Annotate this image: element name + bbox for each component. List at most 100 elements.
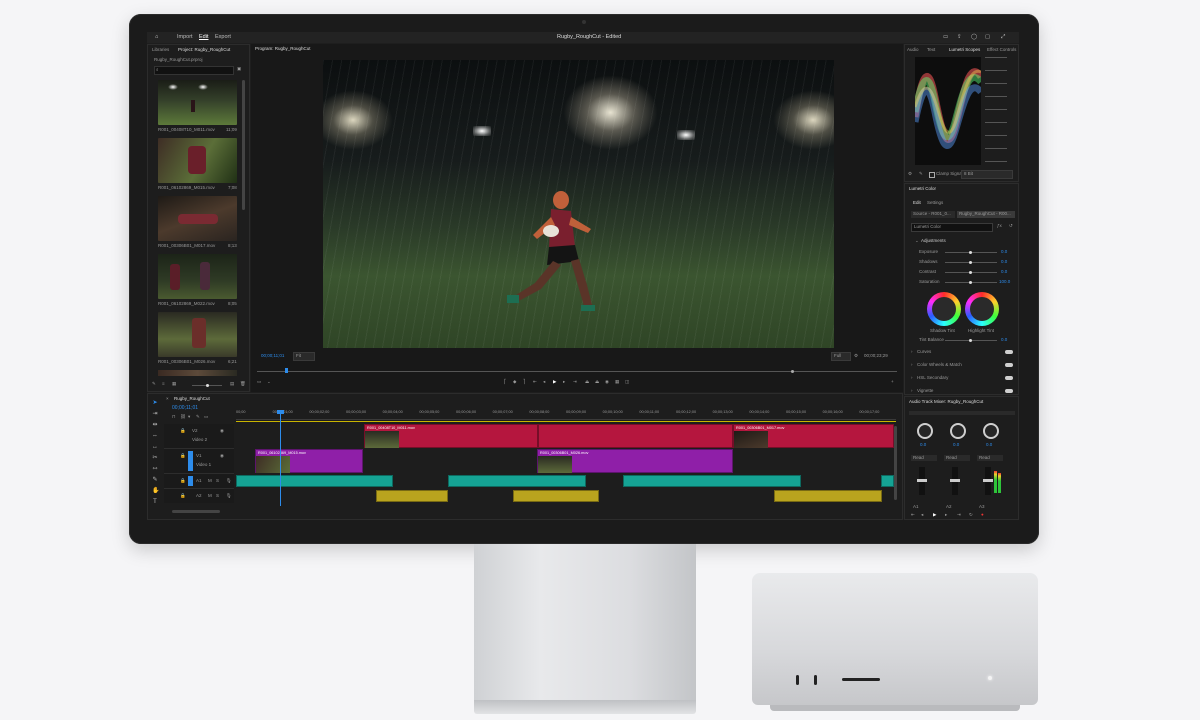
- captions-icon[interactable]: ▭: [204, 414, 208, 420]
- bit-depth-dropdown[interactable]: 8 Bit: [961, 170, 1013, 179]
- video-clip-v2[interactable]: [538, 424, 733, 448]
- mark-out-icon[interactable]: ⎤: [523, 379, 525, 385]
- settings-wrench-icon[interactable]: ⚙: [854, 353, 858, 359]
- monitor-scrub-bar[interactable]: [257, 371, 897, 372]
- contrast-slider-handle[interactable]: [969, 271, 972, 274]
- go-to-out-icon[interactable]: ⇥: [957, 512, 961, 518]
- audio-clip-a1[interactable]: [623, 475, 801, 487]
- new-bin-icon[interactable]: ▣: [237, 66, 241, 72]
- mark-in-icon[interactable]: ⎡: [504, 379, 506, 385]
- add-button-icon[interactable]: +: [891, 379, 894, 385]
- section-curves[interactable]: Curves: [917, 349, 931, 355]
- pen-icon[interactable]: ✎: [152, 381, 156, 387]
- solo-button[interactable]: S: [216, 478, 219, 484]
- track-lock-icon[interactable]: 🔒: [180, 478, 186, 484]
- add-marker-icon[interactable]: ▭: [257, 379, 261, 385]
- adjustments-chevron-icon[interactable]: ⌄: [915, 238, 919, 244]
- automation-mode-dropdown[interactable]: Read: [911, 455, 937, 461]
- icon-view-icon[interactable]: ▦: [172, 381, 176, 387]
- pan-value[interactable]: 0.0: [986, 442, 992, 448]
- razor-tool-icon[interactable]: ✂: [152, 455, 158, 461]
- audio-clip-a2[interactable]: [376, 490, 448, 502]
- pan-value[interactable]: 0.0: [953, 442, 959, 448]
- fader-handle[interactable]: [983, 479, 993, 482]
- extract-icon[interactable]: ⏏: [595, 379, 599, 385]
- timeline-scrollbar[interactable]: [172, 510, 220, 513]
- color-wheels-chevron-icon[interactable]: ›: [911, 362, 913, 368]
- media-thumbnail[interactable]: [158, 138, 237, 183]
- monitor-playhead[interactable]: [285, 368, 288, 373]
- section-color-wheels[interactable]: Color Wheels & Match: [917, 362, 962, 368]
- step-back-icon[interactable]: ◂: [543, 379, 545, 385]
- clamp-signal-checkbox[interactable]: [929, 172, 935, 178]
- fullscreen-icon[interactable]: ⤢: [1001, 34, 1005, 41]
- tint-balance-value[interactable]: 0.0: [1001, 337, 1007, 343]
- track-output-icon[interactable]: ◉: [220, 453, 224, 459]
- hsl-toggle[interactable]: [1005, 376, 1013, 380]
- pen-tool-icon[interactable]: ✎: [152, 477, 158, 483]
- timeline-vertical-scrollbar[interactable]: [894, 426, 897, 500]
- tab-libraries[interactable]: Libraries: [152, 47, 169, 53]
- pan-knob[interactable]: [917, 423, 933, 439]
- go-to-in-icon[interactable]: ⇤: [533, 379, 537, 385]
- automation-mode-dropdown[interactable]: Read: [977, 455, 1003, 461]
- tab-export[interactable]: Export: [215, 34, 231, 41]
- progress-icon[interactable]: ◯: [971, 34, 977, 41]
- color-wheels-toggle[interactable]: [1005, 363, 1013, 367]
- volume-fader[interactable]: [983, 467, 993, 495]
- marker-icon[interactable]: ◆: [513, 379, 516, 385]
- source-patch[interactable]: [188, 476, 193, 486]
- shadow-tint-wheel[interactable]: [927, 292, 961, 326]
- zoom-slider-handle[interactable]: [206, 384, 209, 387]
- home-icon[interactable]: ⌂: [155, 34, 158, 41]
- media-thumbnail[interactable]: [158, 196, 237, 241]
- program-video-frame[interactable]: [323, 60, 834, 348]
- tab-lumetri-settings[interactable]: Settings: [927, 200, 943, 206]
- fader-handle[interactable]: [917, 479, 927, 482]
- rate-stretch-tool-icon[interactable]: ↔: [152, 444, 158, 450]
- sequence-tab[interactable]: Rugby_RoughCut: [174, 396, 210, 402]
- new-item-icon[interactable]: ▤: [230, 381, 234, 387]
- tab-lumetri-edit[interactable]: Edit: [913, 200, 921, 206]
- project-search-input[interactable]: ⌕: [154, 66, 234, 75]
- solo-button[interactable]: S: [216, 493, 219, 499]
- param-value[interactable]: 0.0: [1001, 269, 1007, 275]
- wrench-icon[interactable]: ✎: [919, 171, 923, 177]
- section-vignette[interactable]: Vignette: [917, 388, 933, 394]
- mute-button[interactable]: M: [208, 478, 212, 484]
- trash-icon[interactable]: 🗑: [240, 381, 246, 387]
- automation-mode-dropdown[interactable]: Read: [944, 455, 970, 461]
- workspaces-icon[interactable]: ▭: [943, 34, 948, 41]
- tab-edit[interactable]: Edit: [199, 34, 208, 41]
- tab-lumetri-scopes[interactable]: Lumetri Scopes: [949, 47, 980, 53]
- monitor-zoom-handle[interactable]: [791, 370, 794, 373]
- source-selector[interactable]: Source - R001_0...: [911, 211, 955, 218]
- playhead-timecode[interactable]: 00;00;11;01: [261, 353, 284, 359]
- compare-icon[interactable]: ▦: [615, 379, 619, 385]
- selection-tool-icon[interactable]: ➤: [152, 400, 158, 406]
- video-clip-v1[interactable]: R001_00306B01_M026.mov: [537, 449, 733, 473]
- hand-tool-icon[interactable]: ✋: [152, 488, 159, 494]
- section-hsl[interactable]: HSL Secondary: [917, 375, 948, 381]
- track-lock-icon[interactable]: 🔒: [180, 453, 186, 459]
- audio-clip-a2[interactable]: [774, 490, 882, 502]
- video-clip-v2[interactable]: R001_00306B01_M017.mov: [733, 424, 894, 448]
- lumetri-color-tab[interactable]: Lumetri Color: [909, 186, 936, 192]
- target-selector[interactable]: Rugby_RoughCut - R00...: [957, 211, 1015, 218]
- quality-dropdown[interactable]: Full: [831, 352, 851, 361]
- mic-icon[interactable]: 🎙: [226, 478, 232, 484]
- track-select-tool-icon[interactable]: ⇥: [152, 411, 158, 417]
- playhead-handle[interactable]: [277, 410, 284, 414]
- tab-audio[interactable]: Audio: [907, 47, 919, 53]
- close-sequence-icon[interactable]: ×: [166, 396, 169, 402]
- track-lock-icon[interactable]: 🔒: [180, 428, 186, 434]
- lift-icon[interactable]: ⏏: [585, 379, 589, 385]
- snap-icon[interactable]: ⊓: [172, 414, 176, 420]
- audio-clip-a1[interactable]: [881, 475, 894, 487]
- timeline-playhead[interactable]: [280, 411, 281, 506]
- time-ruler[interactable]: 00;0000;00;01;0000;00;02;0000;00;03;0000…: [236, 410, 896, 420]
- volume-fader[interactable]: [950, 467, 960, 495]
- step-forward-icon[interactable]: ▸: [563, 379, 565, 385]
- fit-dropdown[interactable]: Fit: [293, 352, 315, 361]
- list-view-icon[interactable]: ≡: [162, 381, 165, 387]
